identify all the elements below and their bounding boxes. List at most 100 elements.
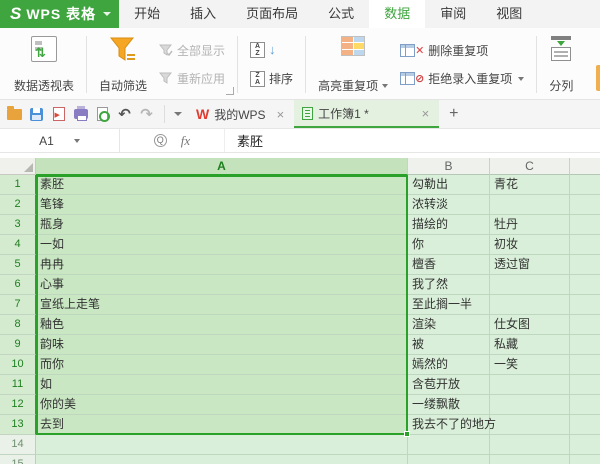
cell-D1[interactable] <box>570 175 600 195</box>
tab-insert[interactable]: 插入 <box>175 0 231 28</box>
highlight-duplicates-button[interactable]: 高亮重复项 <box>312 32 394 97</box>
toolbar-dropdown-icon[interactable] <box>174 112 182 116</box>
row-header-7[interactable]: 7 <box>0 295 36 315</box>
cell-C9[interactable]: 私藏 <box>490 335 570 355</box>
cell-B11[interactable]: 含苞开放 <box>408 375 490 395</box>
cell-B6[interactable]: 我了然 <box>408 275 490 295</box>
reject-duplicate-entry-button[interactable]: ⊘ 拒绝录入重复项 <box>396 68 528 89</box>
cell-D8[interactable] <box>570 315 600 335</box>
cell-B3[interactable]: 描绘的 <box>408 215 490 235</box>
cell-A12[interactable]: 你的美 <box>36 395 408 415</box>
cell-A10[interactable]: 而你 <box>36 355 408 375</box>
cell-C1[interactable]: 青花 <box>490 175 570 195</box>
cell-A14[interactable] <box>36 435 408 455</box>
row-header-9[interactable]: 9 <box>0 335 36 355</box>
cell-C8[interactable]: 仕女图 <box>490 315 570 335</box>
cell-A9[interactable]: 韵味 <box>36 335 408 355</box>
autofilter-button[interactable]: 自动筛选 <box>93 32 153 97</box>
cell-D5[interactable] <box>570 255 600 275</box>
cell-D12[interactable] <box>570 395 600 415</box>
cell-D4[interactable] <box>570 235 600 255</box>
reapply-filter-button[interactable]: 重新应用 <box>155 68 229 89</box>
tab-view[interactable]: 视图 <box>481 0 537 28</box>
cell-D2[interactable] <box>570 195 600 215</box>
delete-duplicates-button[interactable]: ✕ 删除重复项 <box>396 40 528 61</box>
print-icon[interactable] <box>72 106 89 122</box>
cell-A6[interactable]: 心事 <box>36 275 408 295</box>
search-icon[interactable]: Q <box>153 134 167 147</box>
close-icon[interactable]: × <box>275 107 287 122</box>
select-all-corner[interactable] <box>0 158 36 175</box>
open-folder-icon[interactable] <box>6 105 23 122</box>
sort-button[interactable]: ZA 排序 <box>246 68 297 89</box>
row-header-4[interactable]: 4 <box>0 235 36 255</box>
cell-C12[interactable] <box>490 395 570 415</box>
cell-C14[interactable] <box>490 435 570 455</box>
row-header-14[interactable]: 14 <box>0 435 36 455</box>
doc-tab-my-wps[interactable]: W 我的WPS × <box>188 100 294 128</box>
cell-A11[interactable]: 如 <box>36 375 408 395</box>
cell-A7[interactable]: 宣纸上走笔 <box>36 295 408 315</box>
cell-C6[interactable] <box>490 275 570 295</box>
tab-page-layout[interactable]: 页面布局 <box>231 0 313 28</box>
cell-B7[interactable]: 至此搁一半 <box>408 295 490 315</box>
cell-D10[interactable] <box>570 355 600 375</box>
cell-C11[interactable] <box>490 375 570 395</box>
cell-D15[interactable] <box>570 455 600 464</box>
tab-formulas[interactable]: 公式 <box>313 0 369 28</box>
wps-logo-button[interactable]: S WPS 表格 <box>0 0 120 28</box>
cell-D14[interactable] <box>570 435 600 455</box>
cell-C15[interactable] <box>490 455 570 464</box>
print-preview-icon[interactable] <box>94 106 111 122</box>
column-header-d[interactable] <box>570 158 600 175</box>
row-header-13[interactable]: 13 <box>0 415 36 435</box>
doc-tab-workbook1[interactable]: 工作簿1 * × <box>294 100 440 128</box>
tab-data[interactable]: 数据 <box>369 0 426 28</box>
row-header-2[interactable]: 2 <box>0 195 36 215</box>
row-header-11[interactable]: 11 <box>0 375 36 395</box>
cell-B12[interactable]: 一缕飘散 <box>408 395 490 415</box>
redo-icon[interactable]: ↷ <box>138 106 155 123</box>
text-to-columns-button[interactable]: 分列 <box>543 32 579 97</box>
cell-B14[interactable] <box>408 435 490 455</box>
cell-C2[interactable] <box>490 195 570 215</box>
cell-A4[interactable]: 一如 <box>36 235 408 255</box>
cell-A8[interactable]: 釉色 <box>36 315 408 335</box>
cell-B9[interactable]: 被 <box>408 335 490 355</box>
cell-C3[interactable]: 牡丹 <box>490 215 570 235</box>
cell-C10[interactable]: 一笑 <box>490 355 570 375</box>
formula-input[interactable]: 素胚 <box>225 129 600 152</box>
cell-A5[interactable]: 冉冉 <box>36 255 408 275</box>
tab-review[interactable]: 审阅 <box>425 0 481 28</box>
cell-D7[interactable] <box>570 295 600 315</box>
cell-C13[interactable] <box>490 415 570 435</box>
new-tab-button[interactable]: + <box>439 100 468 128</box>
cell-A13[interactable]: 去到 <box>36 415 408 435</box>
cell-B13[interactable]: 我去不了的地方 <box>408 415 496 435</box>
cell-B2[interactable]: 浓转淡 <box>408 195 490 215</box>
cell-D11[interactable] <box>570 375 600 395</box>
save-icon[interactable] <box>28 106 45 122</box>
pivot-table-button[interactable]: ⇅ 数据透视表 <box>8 32 80 97</box>
cell-D9[interactable] <box>570 335 600 355</box>
column-header-c[interactable]: C <box>490 158 570 175</box>
row-header-10[interactable]: 10 <box>0 355 36 375</box>
cell-B15[interactable] <box>408 455 490 464</box>
cell-C4[interactable]: 初妆 <box>490 235 570 255</box>
cell-A1[interactable]: 素胚 <box>36 175 408 195</box>
tab-home[interactable]: 开始 <box>119 0 175 28</box>
sort-ascending-button[interactable]: AZ ↓ <box>246 40 297 60</box>
undo-icon[interactable]: ↶ <box>116 106 133 123</box>
cell-B5[interactable]: 檀香 <box>408 255 490 275</box>
cell-C5[interactable]: 透过窗 <box>490 255 570 275</box>
export-pdf-icon[interactable] <box>50 106 67 122</box>
row-header-1[interactable]: 1 <box>0 175 36 195</box>
row-header-8[interactable]: 8 <box>0 315 36 335</box>
cell-D3[interactable] <box>570 215 600 235</box>
close-icon[interactable]: × <box>420 106 432 121</box>
show-all-button[interactable]: 全部显示 <box>155 40 229 61</box>
cell-B4[interactable]: 你 <box>408 235 490 255</box>
cell-A2[interactable]: 笔锋 <box>36 195 408 215</box>
column-header-b[interactable]: B <box>408 158 490 175</box>
cell-D6[interactable] <box>570 275 600 295</box>
